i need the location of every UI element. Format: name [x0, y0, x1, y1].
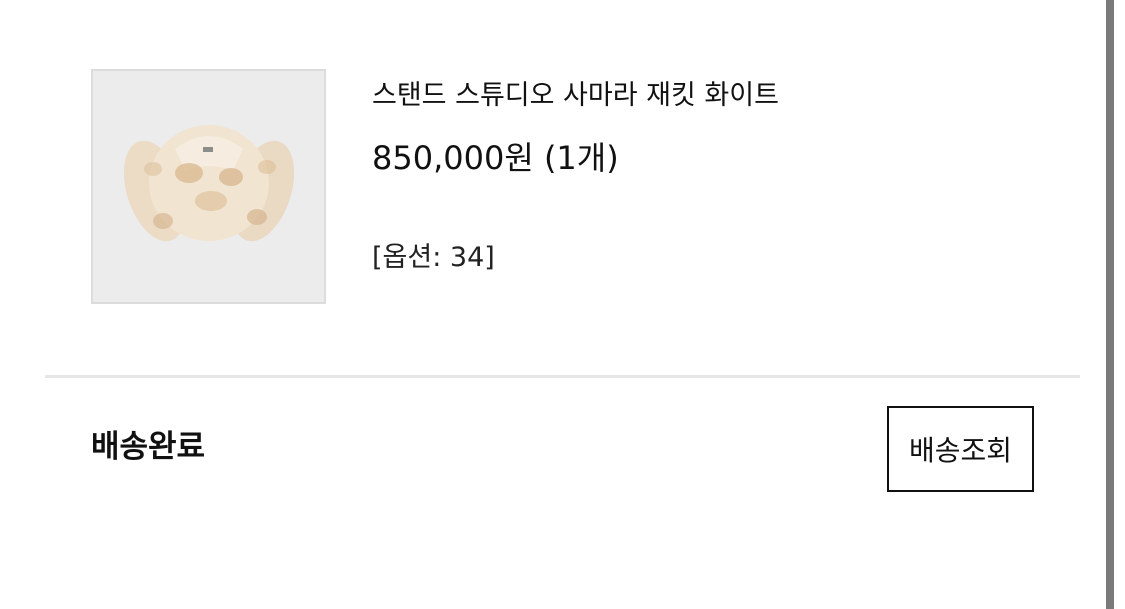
fur-jacket-image — [93, 71, 324, 302]
section-divider — [45, 375, 1080, 378]
order-detail-page: 스탠드 스튜디오 사마라 재킷 화이트 850,000원 (1개) [옵션: 3… — [0, 0, 1125, 609]
product-option: [옵션: 34] — [372, 242, 495, 273]
scrollbar-edge — [1106, 0, 1114, 609]
product-price: 850,000원 (1개) — [372, 139, 619, 177]
track-delivery-button[interactable]: 배송조회 — [887, 406, 1034, 492]
product-thumbnail[interactable] — [91, 69, 326, 304]
delivery-status: 배송완료 — [91, 429, 206, 465]
product-name[interactable]: 스탠드 스튜디오 사마라 재킷 화이트 — [372, 78, 779, 114]
